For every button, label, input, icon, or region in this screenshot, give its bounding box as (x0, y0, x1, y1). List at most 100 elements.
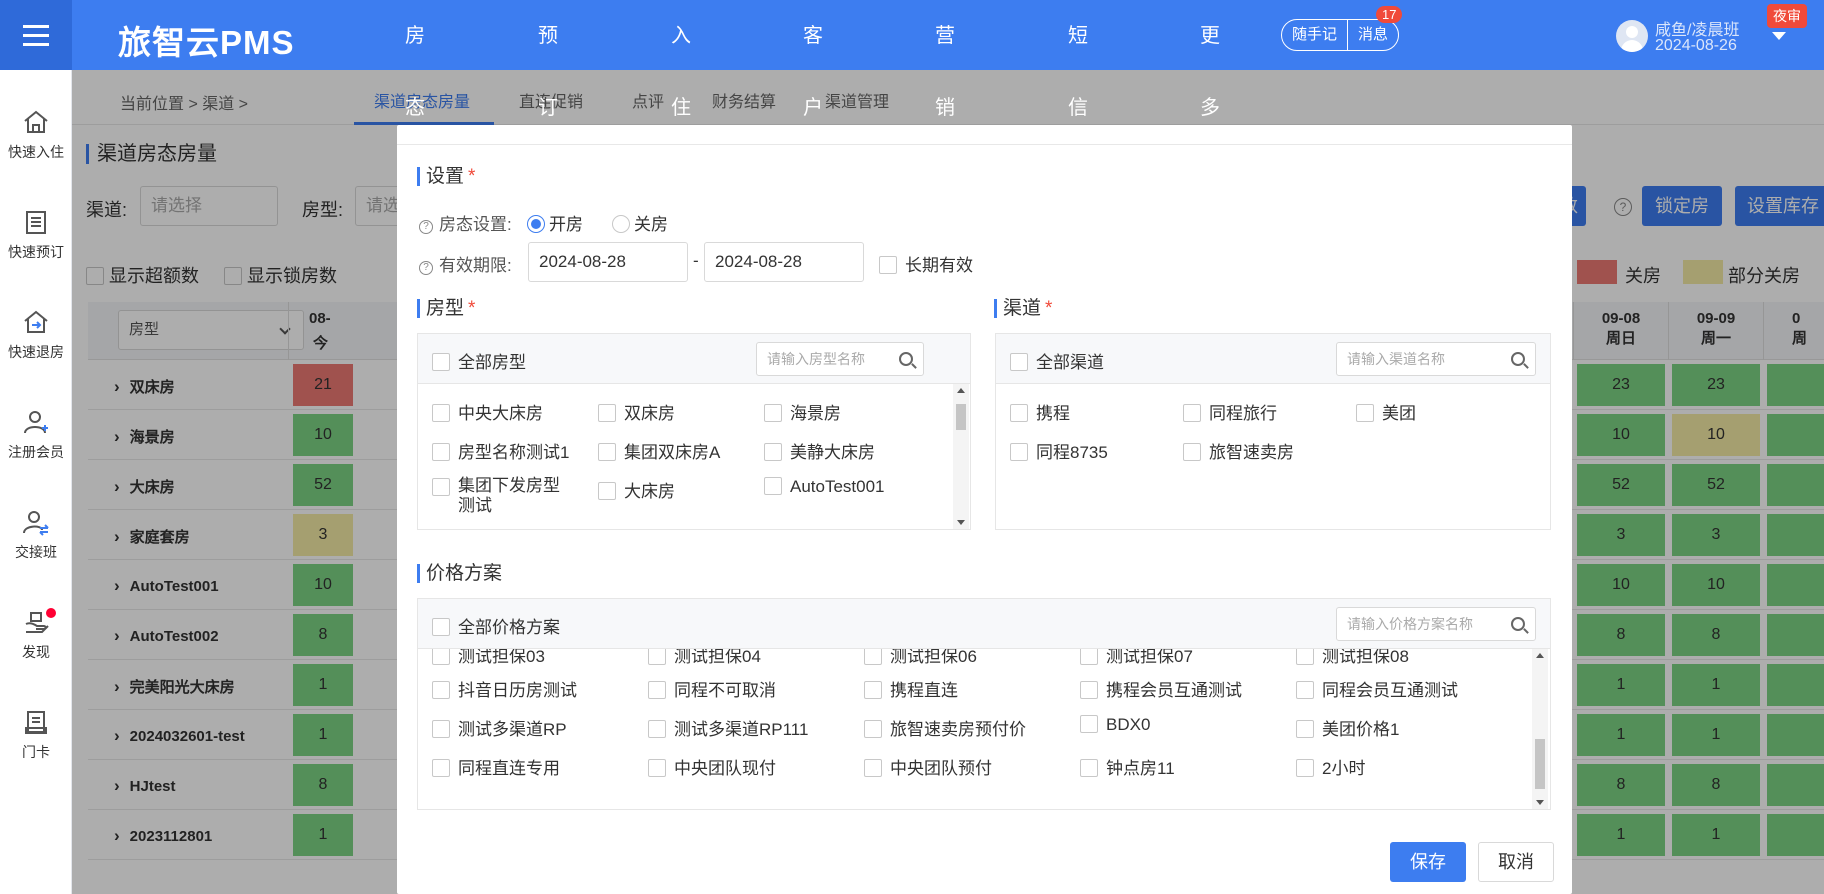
scroll-up-icon[interactable] (1536, 653, 1544, 658)
radio-checked[interactable] (527, 215, 545, 233)
radio-unchecked[interactable] (612, 215, 630, 233)
all-roomtypes-checkbox[interactable]: 全部房型 (432, 348, 526, 373)
roomtype-option[interactable]: 房型名称测试1 (432, 438, 569, 463)
nav-crm[interactable]: 客户关系 (779, 0, 847, 263)
search-icon[interactable] (1511, 617, 1525, 631)
help-icon[interactable]: ? (419, 261, 433, 275)
roomtype-panel: 全部房型 请输入房型名称 中央大床房 双床房 海景房 房型名称测试1 集团双床房… (417, 333, 971, 530)
sidebar-item-register-member[interactable]: 注册会员 (0, 408, 72, 462)
checkbox[interactable] (432, 353, 450, 371)
price-plan-option[interactable]: 同程不可取消 (648, 676, 776, 701)
price-plan-option[interactable]: BDX0 (1080, 715, 1150, 735)
chevron-down-icon[interactable] (1772, 32, 1786, 40)
scroll-down-icon[interactable] (957, 520, 965, 525)
roomtype-option[interactable]: 海景房 (764, 399, 841, 424)
price-plan-option[interactable]: 测试担保06 (864, 649, 977, 667)
search-icon[interactable] (1511, 352, 1525, 366)
save-button[interactable]: 保存 (1390, 842, 1466, 882)
price-plan-option[interactable]: 测试担保03 (432, 649, 545, 667)
checkbox[interactable] (432, 618, 450, 636)
roomtype-option[interactable]: AutoTest001 (764, 477, 885, 497)
roomtype-option[interactable]: 集团双床房A (598, 438, 720, 463)
help-icon[interactable]: ? (419, 220, 433, 234)
checkbox[interactable] (1010, 353, 1028, 371)
nav-checkin[interactable]: 入住管理 (647, 0, 715, 263)
roomtype-option[interactable]: 双床房 (598, 399, 675, 424)
status-setting-label: ? 房态设置: (419, 210, 512, 235)
price-plan-option[interactable]: 2小时 (1296, 754, 1365, 779)
roomtype-scrollbar[interactable] (953, 384, 969, 529)
roomtype-option[interactable]: 集团下发房型测试 (432, 476, 572, 516)
long-term-checkbox[interactable]: 长期有效 (879, 251, 973, 276)
roomtype-option[interactable]: 大床房 (598, 477, 675, 502)
price-plan-option[interactable]: 美团价格1 (1296, 715, 1399, 740)
roomtype-option[interactable]: 中央大床房 (432, 399, 543, 424)
search-icon[interactable] (899, 352, 913, 366)
cancel-button[interactable]: 取消 (1478, 842, 1554, 882)
price-plan-option[interactable]: 携程会员互通测试 (1080, 676, 1242, 701)
channel-panel-header: 全部渠道 请输入渠道名称 (996, 334, 1550, 384)
channel-option[interactable]: 携程 (1010, 399, 1070, 424)
scroll-down-icon[interactable] (1536, 800, 1544, 805)
notes-button[interactable]: 随手记 (1282, 20, 1349, 50)
price-plan-option[interactable]: 钟点房11 (1080, 754, 1175, 779)
sidebar-item-discover[interactable]: 发现 (0, 608, 72, 662)
price-plan-scrollbar[interactable] (1532, 649, 1548, 809)
price-plan-option[interactable]: 同程直连专用 (432, 754, 560, 779)
settings-section-title: 设置 * (417, 167, 475, 186)
price-plan-option[interactable]: 测试担保04 (648, 649, 761, 667)
channel-section-title: 渠道 * (994, 299, 1052, 318)
channel-option[interactable]: 同程旅行 (1183, 399, 1277, 424)
start-date-input[interactable]: 2024-08-28 (528, 242, 688, 282)
price-plan-option[interactable]: 中央团队现付 (648, 754, 776, 779)
roomtype-search-input[interactable]: 请输入房型名称 (756, 342, 924, 376)
checkbox-label: 全部房型 (458, 353, 526, 372)
price-plan-option[interactable]: 同程会员互通测试 (1296, 676, 1458, 701)
all-channels-checkbox[interactable]: 全部渠道 (1010, 348, 1104, 373)
sidebar: 快速入住 快速预订 快速退房 注册会员 交接班 发现 门卡 (0, 70, 72, 894)
roomtype-option[interactable]: 美静大床房 (764, 438, 875, 463)
channel-option[interactable]: 美团 (1356, 399, 1416, 424)
sidebar-item-door-card[interactable]: 门卡 (0, 708, 72, 762)
price-plan-option[interactable]: 测试担保08 (1296, 649, 1409, 667)
channel-search-input[interactable]: 请输入渠道名称 (1336, 342, 1536, 376)
nav-sms[interactable]: 短信营销 (1044, 0, 1112, 263)
close-room-radio[interactable]: 关房 (612, 210, 668, 235)
night-audit-badge[interactable]: 夜审 (1767, 4, 1807, 28)
price-plan-option[interactable]: 测试多渠道RP111 (648, 715, 808, 740)
sidebar-item-handover[interactable]: 交接班 (0, 508, 72, 562)
nav-marketing[interactable]: 营销 (911, 0, 979, 119)
end-date-input[interactable]: 2024-08-28 (704, 242, 864, 282)
sidebar-item-label: 发现 (22, 644, 50, 660)
sidebar-item-quick-booking[interactable]: 快速预订 (0, 208, 72, 262)
scroll-thumb[interactable] (956, 404, 966, 430)
business-date: 2024-08-26 (1655, 37, 1737, 54)
price-plan-option[interactable]: 测试担保07 (1080, 649, 1193, 667)
avatar[interactable] (1616, 20, 1648, 52)
price-plan-option[interactable]: 携程直连 (864, 676, 958, 701)
top-bar: 旅智云PMS 房态中心 预订管理 入住管理 客户关系 营销 短信营销 更多(11… (0, 0, 1824, 263)
open-room-radio[interactable]: 开房 (527, 210, 583, 235)
checkbox[interactable] (879, 256, 897, 274)
scroll-up-icon[interactable] (957, 388, 965, 393)
price-plan-option[interactable]: 中央团队预付 (864, 754, 992, 779)
nav-room-status[interactable]: 房态中心 (381, 0, 449, 263)
sidebar-item-quick-checkout[interactable]: 快速退房 (0, 308, 72, 362)
price-plan-panel-header: 全部价格方案 请输入价格方案名称 (418, 599, 1550, 649)
price-plan-search-input[interactable]: 请输入价格方案名称 (1336, 607, 1536, 641)
channel-option[interactable]: 同程8735 (1010, 438, 1108, 463)
scroll-thumb[interactable] (1535, 739, 1545, 789)
channel-option[interactable]: 旅智速卖房 (1183, 438, 1294, 463)
price-plan-option[interactable]: 旅智速卖房预付价 (864, 715, 1026, 740)
nav-more[interactable]: 更多(11) (1176, 0, 1258, 191)
messages-button[interactable]: 消息 (1348, 20, 1398, 50)
channel-panel: 全部渠道 请输入渠道名称 携程 同程旅行 美团 同程8735 旅智速卖房 (995, 333, 1551, 530)
price-plan-list: 测试担保03 测试担保04 测试担保06 测试担保07 测试担保08 抖音日历房测试 同程不… (418, 649, 1550, 809)
nav-booking[interactable]: 预订管理 (514, 0, 582, 263)
checkout-icon (24, 310, 48, 333)
price-plan-option[interactable]: 测试多渠道RP (432, 715, 567, 740)
all-price-plans-checkbox[interactable]: 全部价格方案 (432, 613, 560, 638)
sidebar-item-quick-checkin[interactable]: 快速入住 (0, 108, 72, 162)
price-plan-option[interactable]: 抖音日历房测试 (432, 676, 577, 701)
menu-toggle-button[interactable] (0, 0, 72, 70)
